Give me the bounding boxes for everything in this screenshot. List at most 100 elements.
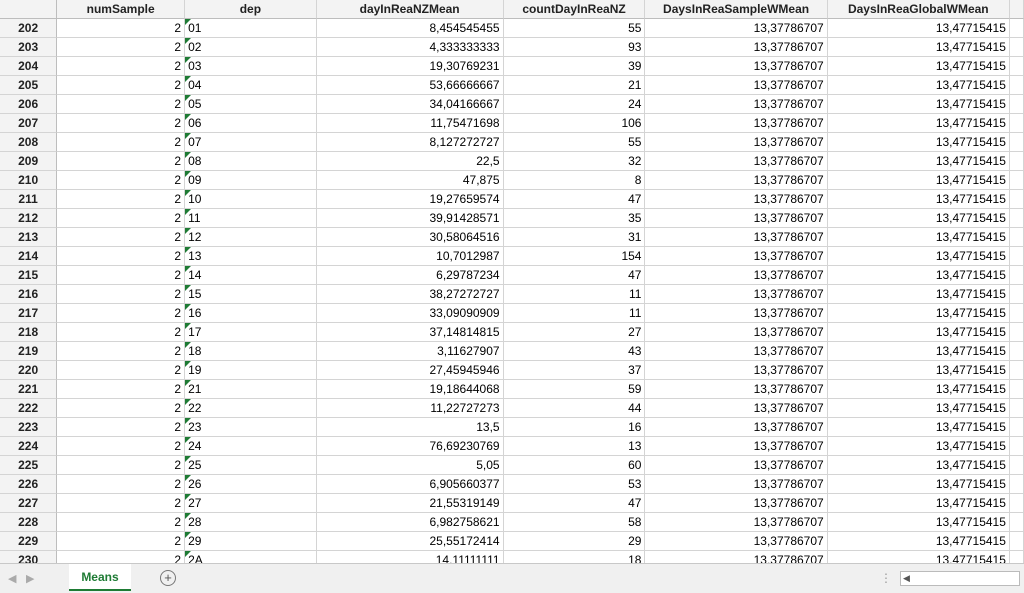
empty-cell[interactable]: [1009, 418, 1024, 437]
dayinreanzmean-cell[interactable]: 19,18644068: [316, 380, 504, 399]
column-header-dep[interactable]: dep: [185, 0, 317, 19]
numsample-cell[interactable]: 2: [57, 114, 186, 133]
empty-cell[interactable]: [1009, 114, 1024, 133]
column-header-countdayinreanz[interactable]: countDayInReaNZ: [503, 0, 646, 19]
row-header[interactable]: 202: [0, 19, 58, 38]
dayinreanzmean-cell[interactable]: 6,982758621: [316, 513, 504, 532]
daysinreaglobalwmean-cell[interactable]: 13,47715415: [827, 418, 1010, 437]
dep-cell[interactable]: 2A: [185, 551, 317, 563]
countdayinreanz-cell[interactable]: 24: [503, 95, 646, 114]
countdayinreanz-cell[interactable]: 39: [503, 57, 646, 76]
daysinreasamplewmean-cell[interactable]: 13,37786707: [645, 133, 828, 152]
daysinreasamplewmean-cell[interactable]: 13,37786707: [645, 532, 828, 551]
numsample-cell[interactable]: 2: [57, 418, 186, 437]
numsample-cell[interactable]: 2: [57, 171, 186, 190]
daysinreaglobalwmean-cell[interactable]: 13,47715415: [827, 304, 1010, 323]
countdayinreanz-cell[interactable]: 11: [503, 304, 646, 323]
dep-cell[interactable]: 02: [185, 38, 317, 57]
daysinreasamplewmean-cell[interactable]: 13,37786707: [645, 114, 828, 133]
dayinreanzmean-cell[interactable]: 27,45945946: [316, 361, 504, 380]
empty-cell[interactable]: [1010, 551, 1024, 563]
empty-cell[interactable]: [1009, 475, 1024, 494]
numsample-cell[interactable]: 2: [57, 380, 186, 399]
empty-cell[interactable]: [1009, 152, 1024, 171]
numsample-cell[interactable]: 2: [57, 532, 186, 551]
dayinreanzmean-cell[interactable]: 76,69230769: [316, 437, 504, 456]
column-header-dayinreanzmean[interactable]: dayInReaNZMean: [316, 0, 504, 19]
scroll-tabs-left-icon[interactable]: ◀: [8, 572, 16, 585]
numsample-cell[interactable]: 2: [57, 190, 186, 209]
row-header[interactable]: 228: [0, 513, 58, 532]
daysinreaglobalwmean-cell[interactable]: 13,47715415: [827, 38, 1010, 57]
daysinreasamplewmean-cell[interactable]: 13,37786707: [645, 228, 828, 247]
dep-cell[interactable]: 25: [185, 456, 317, 475]
dep-cell[interactable]: 06: [185, 114, 317, 133]
countdayinreanz-cell[interactable]: 55: [503, 19, 646, 38]
column-header-daysinreaglobalwmean[interactable]: DaysInReaGlobalWMean: [827, 0, 1010, 19]
row-header[interactable]: 230: [0, 551, 58, 563]
numsample-cell[interactable]: 2: [57, 399, 186, 418]
countdayinreanz-cell[interactable]: 60: [503, 456, 646, 475]
dep-cell[interactable]: 15: [185, 285, 317, 304]
dep-cell[interactable]: 29: [185, 532, 317, 551]
daysinreaglobalwmean-cell[interactable]: 13,47715415: [827, 76, 1010, 95]
empty-cell[interactable]: [1009, 190, 1024, 209]
dayinreanzmean-cell[interactable]: 19,27659574: [316, 190, 504, 209]
row-header[interactable]: 217: [0, 304, 58, 323]
numsample-cell[interactable]: 2: [57, 475, 186, 494]
daysinreaglobalwmean-cell[interactable]: 13,47715415: [827, 114, 1010, 133]
numsample-cell[interactable]: 2: [57, 95, 186, 114]
row-header[interactable]: 218: [0, 323, 58, 342]
daysinreaglobalwmean-cell[interactable]: 13,47715415: [827, 323, 1010, 342]
numsample-cell[interactable]: 2: [57, 361, 186, 380]
daysinreaglobalwmean-cell[interactable]: 13,47715415: [827, 285, 1010, 304]
numsample-cell[interactable]: 2: [57, 38, 186, 57]
countdayinreanz-cell[interactable]: 21: [503, 76, 646, 95]
row-header[interactable]: 221: [0, 380, 58, 399]
daysinreasamplewmean-cell[interactable]: 13,37786707: [645, 266, 828, 285]
column-header-numsample[interactable]: numSample: [57, 0, 186, 19]
row-header[interactable]: 207: [0, 114, 58, 133]
countdayinreanz-cell[interactable]: 47: [503, 190, 646, 209]
countdayinreanz-cell[interactable]: 106: [503, 114, 646, 133]
countdayinreanz-cell[interactable]: 47: [503, 266, 646, 285]
dep-cell[interactable]: 03: [185, 57, 317, 76]
dep-cell[interactable]: 21: [185, 380, 317, 399]
countdayinreanz-cell[interactable]: 35: [503, 209, 646, 228]
dayinreanzmean-cell[interactable]: 4,333333333: [316, 38, 504, 57]
sheet-tab-means[interactable]: Means: [69, 564, 131, 591]
dayinreanzmean-cell[interactable]: 11,22727273: [316, 399, 504, 418]
daysinreasamplewmean-cell[interactable]: 13,37786707: [645, 95, 828, 114]
daysinreasamplewmean-cell[interactable]: 13,37786707: [645, 437, 828, 456]
daysinreaglobalwmean-cell[interactable]: 13,47715415: [827, 171, 1010, 190]
countdayinreanz-cell[interactable]: 55: [503, 133, 646, 152]
row-header[interactable]: 219: [0, 342, 58, 361]
column-header-next[interactable]: [1009, 0, 1024, 19]
dep-cell[interactable]: 09: [185, 171, 317, 190]
countdayinreanz-cell[interactable]: 18: [504, 551, 646, 563]
empty-cell[interactable]: [1009, 38, 1024, 57]
row-header[interactable]: 226: [0, 475, 58, 494]
dep-cell[interactable]: 19: [185, 361, 317, 380]
row-header[interactable]: 213: [0, 228, 58, 247]
numsample-cell[interactable]: 2: [57, 228, 186, 247]
numsample-cell[interactable]: 2: [57, 152, 186, 171]
countdayinreanz-cell[interactable]: 31: [503, 228, 646, 247]
countdayinreanz-cell[interactable]: 27: [503, 323, 646, 342]
empty-cell[interactable]: [1009, 513, 1024, 532]
empty-cell[interactable]: [1009, 342, 1024, 361]
dayinreanzmean-cell[interactable]: 53,66666667: [316, 76, 504, 95]
numsample-cell[interactable]: 2: [57, 456, 186, 475]
dayinreanzmean-cell[interactable]: 38,27272727: [316, 285, 504, 304]
row-header[interactable]: 204: [0, 57, 58, 76]
row-header[interactable]: 216: [0, 285, 58, 304]
dayinreanzmean-cell[interactable]: 33,09090909: [316, 304, 504, 323]
daysinreasamplewmean-cell[interactable]: 13,37786707: [645, 361, 828, 380]
daysinreaglobalwmean-cell[interactable]: 13,47715415: [827, 247, 1010, 266]
dep-cell[interactable]: 14: [185, 266, 317, 285]
daysinreaglobalwmean-cell[interactable]: 13,47715415: [827, 209, 1010, 228]
daysinreasamplewmean-cell[interactable]: 13,37786707: [645, 513, 828, 532]
empty-cell[interactable]: [1009, 361, 1024, 380]
empty-cell[interactable]: [1009, 380, 1024, 399]
row-header[interactable]: 205: [0, 76, 58, 95]
